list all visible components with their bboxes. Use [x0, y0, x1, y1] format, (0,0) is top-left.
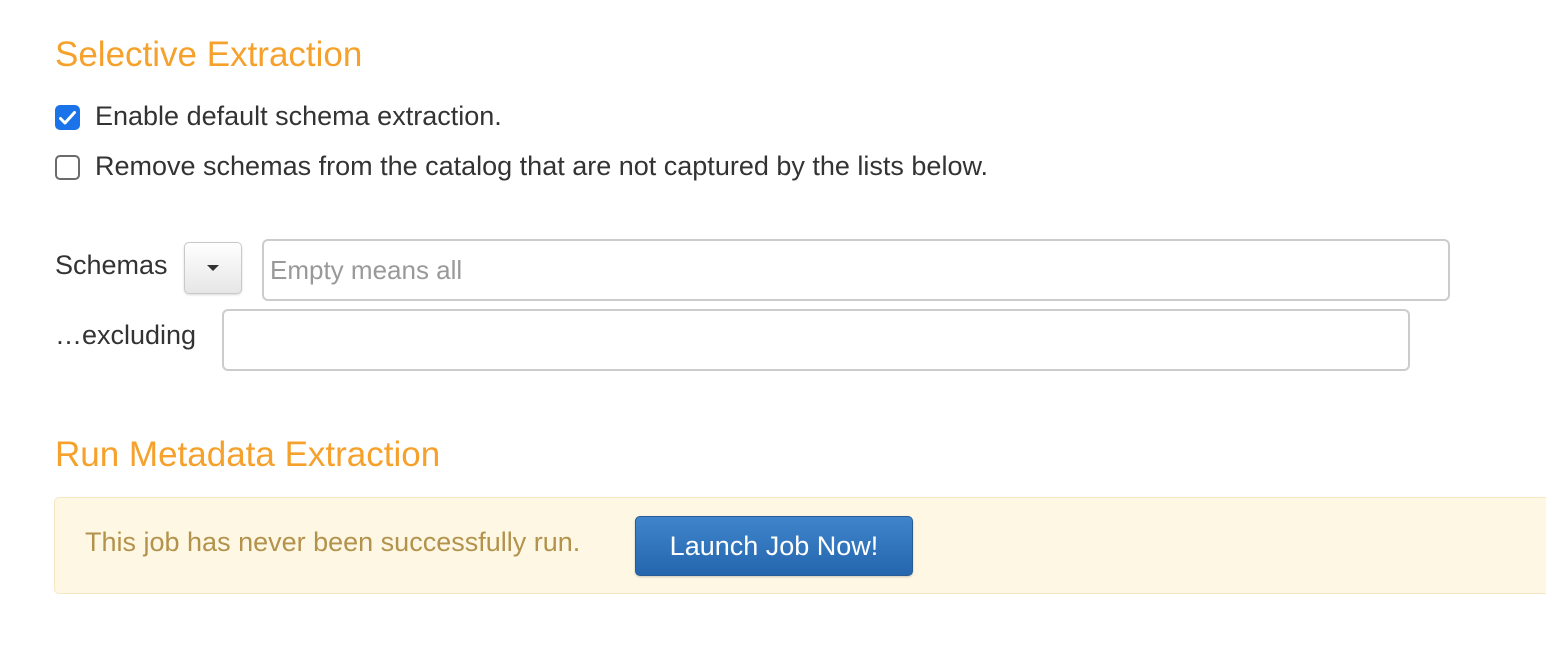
excluding-label: …excluding	[55, 320, 197, 350]
checkmark-icon	[59, 110, 76, 124]
job-status-alert: This job has never been successfully run…	[54, 497, 1546, 594]
schemas-label: Schemas	[55, 250, 168, 280]
remove-schemas-row: Remove schemas from the catalog that are…	[55, 151, 1015, 186]
excluding-input[interactable]	[222, 309, 1410, 371]
remove-schemas-checkbox[interactable]	[55, 155, 80, 180]
selective-extraction-page: Selective Extraction Enable default sche…	[0, 0, 1546, 660]
schemas-input[interactable]	[262, 239, 1450, 301]
enable-default-label[interactable]: Enable default schema extraction.	[95, 96, 502, 136]
job-status-text: This job has never been successfully run…	[85, 527, 581, 557]
remove-schemas-label[interactable]: Remove schemas from the catalog that are…	[95, 146, 1015, 186]
selective-extraction-title: Selective Extraction	[55, 35, 363, 74]
launch-job-button[interactable]: Launch Job Now!	[635, 516, 913, 576]
run-metadata-extraction-title: Run Metadata Extraction	[55, 435, 441, 474]
enable-default-checkbox[interactable]	[55, 105, 80, 130]
schemas-dropdown-button[interactable]	[184, 242, 242, 294]
enable-default-row: Enable default schema extraction.	[55, 101, 502, 136]
caret-down-icon	[207, 265, 219, 271]
